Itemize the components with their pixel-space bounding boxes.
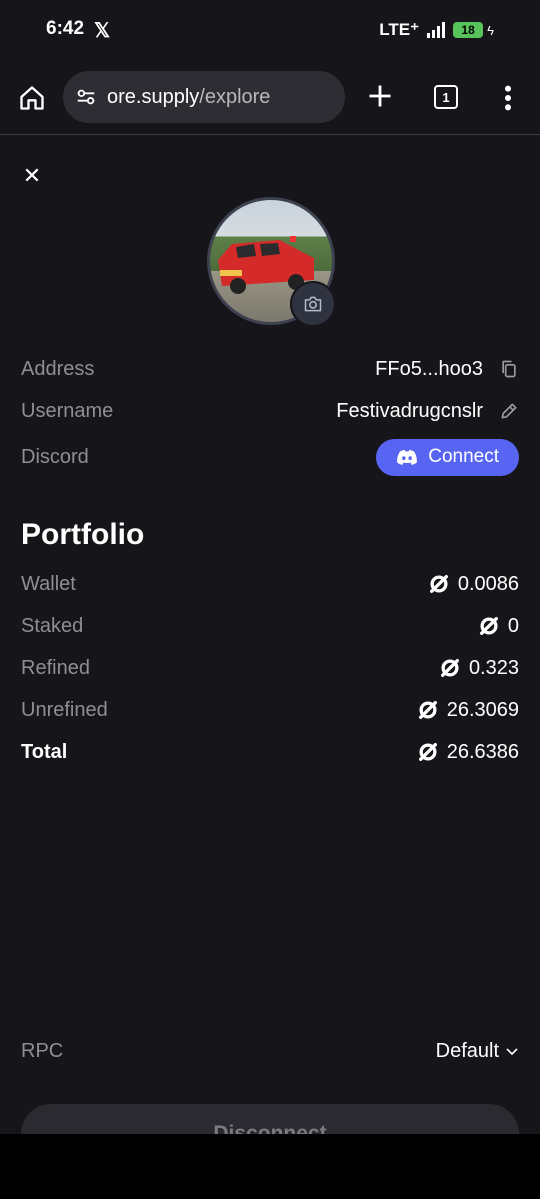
rpc-select[interactable]: Default [436,1040,519,1063]
home-icon[interactable] [18,84,46,112]
status-bar: 6:42 𝕏 LTE⁺ 18 ϟ [0,0,540,60]
site-settings-icon[interactable] [75,86,97,108]
x-logo-icon: 𝕏 [94,20,111,42]
address-value: FFo5...hoo3 [375,358,519,381]
address-bar[interactable]: ore.supply/explore [63,71,345,123]
portfolio-row-total: Total 26.6386 [21,735,519,769]
wallet-value: 0.0086 [428,573,519,596]
wallet-amount: 0.0086 [457,572,519,595]
status-time: 6:42 [46,18,85,39]
discord-label: Discord [21,445,89,468]
copy-icon[interactable] [499,359,519,379]
ore-token-icon [440,659,459,677]
battery-icon: 18 [453,22,484,38]
discord-row: Discord Connect [21,438,519,476]
username-value: Festivadrugcnslr [336,400,519,423]
tab-switcher-button[interactable]: 1 [434,85,458,109]
more-vert-icon[interactable] [500,84,516,112]
edit-icon[interactable] [499,401,519,421]
browser-toolbar: ore.supply/explore 1 [0,60,540,135]
disconnect-label: Disconnect [213,1122,327,1134]
username-row: Username Festivadrugcnslr [21,394,519,428]
total-amount: 26.6386 [446,740,519,763]
ore-token-icon [418,743,437,761]
url-path: /explore [199,85,271,108]
tab-count: 1 [442,89,450,105]
portfolio-title: Portfolio [21,518,145,551]
charging-icon: ϟ [487,22,494,38]
rpc-value: Default [435,1039,499,1062]
discord-connect-button[interactable]: Connect [376,438,519,476]
ore-token-icon [418,701,437,719]
refined-amount: 0.323 [468,656,519,679]
ore-token-icon [429,575,448,593]
status-right: LTE⁺ 18 ϟ [379,20,494,40]
chevron-down-icon [506,1048,518,1056]
refined-value: 0.323 [439,657,519,680]
address-text: FFo5...hoo3 [375,357,483,380]
wallet-label: Wallet [21,572,76,595]
ore-token-icon [479,617,498,635]
portfolio-row-staked: Staked 0 [21,609,519,643]
discord-button-label: Connect [428,446,499,467]
url-text: ore.supply/explore [107,86,270,109]
unrefined-amount: 26.3069 [446,698,519,721]
username-text: Festivadrugcnslr [336,399,483,422]
staked-label: Staked [21,614,84,637]
new-tab-icon[interactable] [366,82,394,110]
unrefined-label: Unrefined [21,698,108,721]
total-label: Total [21,740,68,763]
portfolio-row-unrefined: Unrefined 26.3069 [21,693,519,727]
url-host: ore.supply [107,85,200,108]
staked-amount: 0 [507,614,519,637]
signal-icon [427,22,446,38]
portfolio-row-wallet: Wallet 0.0086 [21,567,519,601]
close-icon[interactable]: ✕ [20,164,44,188]
rpc-row: RPC Default [21,1034,519,1068]
discord-icon [397,449,418,465]
battery-level: 18 [461,23,475,37]
camera-icon [304,296,322,312]
network-type: LTE⁺ [379,20,420,39]
address-label: Address [21,357,95,380]
total-value: 26.6386 [417,741,519,764]
address-row: Address FFo5...hoo3 [21,352,519,386]
rpc-label: RPC [21,1039,64,1062]
change-avatar-button[interactable] [290,281,336,327]
username-label: Username [21,399,114,422]
screen: 6:42 𝕏 LTE⁺ 18 ϟ ore.supply/explore 1 ✕ … [0,0,540,1134]
portfolio-row-refined: Refined 0.323 [21,651,519,685]
disconnect-button[interactable]: Disconnect [21,1104,519,1134]
staked-value: 0 [478,615,519,638]
unrefined-value: 26.3069 [417,699,519,722]
refined-label: Refined [21,656,90,679]
